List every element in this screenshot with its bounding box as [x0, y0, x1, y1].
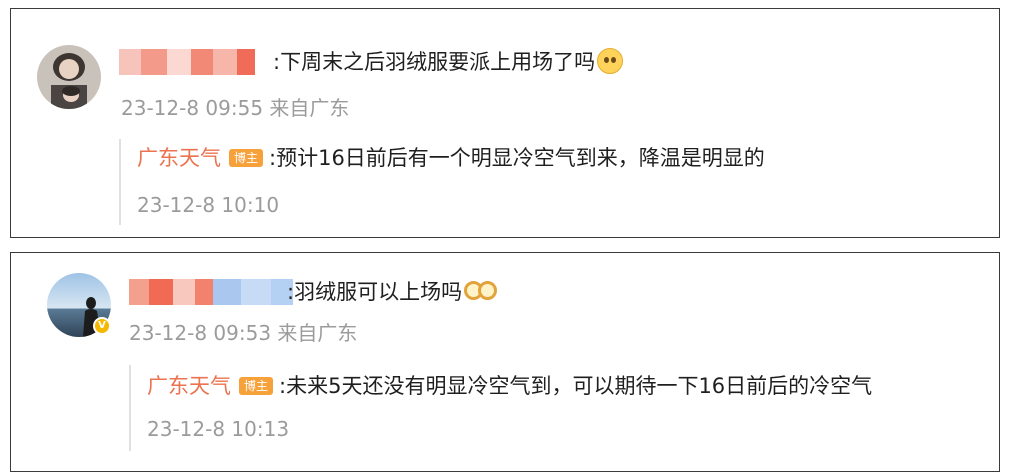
comment-text: :下周末之后羽绒服要派上用场了吗: [273, 47, 624, 77]
reply-block: 广东天气 博主 :未来5天还没有明显冷空气到，可以期待一下16日前后的冷空气 23-…: [129, 365, 993, 451]
blogger-badge: 博主: [229, 149, 264, 167]
reply-line: 广东天气 博主 :预计16日前后有一个明显冷空气到来，降温是明显的: [137, 143, 765, 173]
verified-badge-icon: V: [93, 317, 111, 335]
comment-text: :羽绒服可以上场吗: [287, 277, 498, 307]
comment-meta: 23-12-8 09:53 来自广东: [129, 321, 358, 345]
reply-text: :未来5天还没有明显冷空气到，可以期待一下16日前后的冷空气: [279, 374, 873, 398]
blogger-badge: 博主: [239, 377, 274, 395]
thinking-emoji-icon: [597, 48, 624, 74]
reply-block: 广东天气 博主 :预计16日前后有一个明显冷空气到来，降温是明显的 23-12-8 …: [119, 139, 921, 225]
reply-line: 广东天气 博主 :未来5天还没有明显冷空气到，可以期待一下16日前后的冷空气: [147, 371, 872, 401]
comment-body: :羽绒服可以上场吗: [287, 280, 463, 304]
reply-text: :预计16日前后有一个明显冷空气到来，降温是明显的: [269, 146, 765, 170]
reply-author[interactable]: 广东天气: [147, 374, 231, 398]
reply-time: 23-12-8 10:13: [147, 417, 290, 441]
reply-author[interactable]: 广东天气: [137, 146, 221, 170]
reply-time: 23-12-8 10:10: [137, 193, 280, 217]
comment-body: :下周末之后羽绒服要派上用场了吗: [273, 50, 596, 74]
glasses-emoji-icon: [464, 279, 498, 303]
comment-meta: 23-12-8 09:55 来自广东: [121, 96, 350, 120]
comment-card: V :羽绒服可以上场吗 23-12-8 09:53 来自广东 广东天气 博主 :未来…: [10, 252, 1000, 472]
username-blurred[interactable]: [119, 49, 255, 75]
username-blurred[interactable]: [129, 279, 293, 305]
comment-card: :下周末之后羽绒服要派上用场了吗 23-12-8 09:55 来自广东 广东天气…: [10, 8, 1000, 238]
user-avatar-icon[interactable]: [37, 45, 101, 109]
